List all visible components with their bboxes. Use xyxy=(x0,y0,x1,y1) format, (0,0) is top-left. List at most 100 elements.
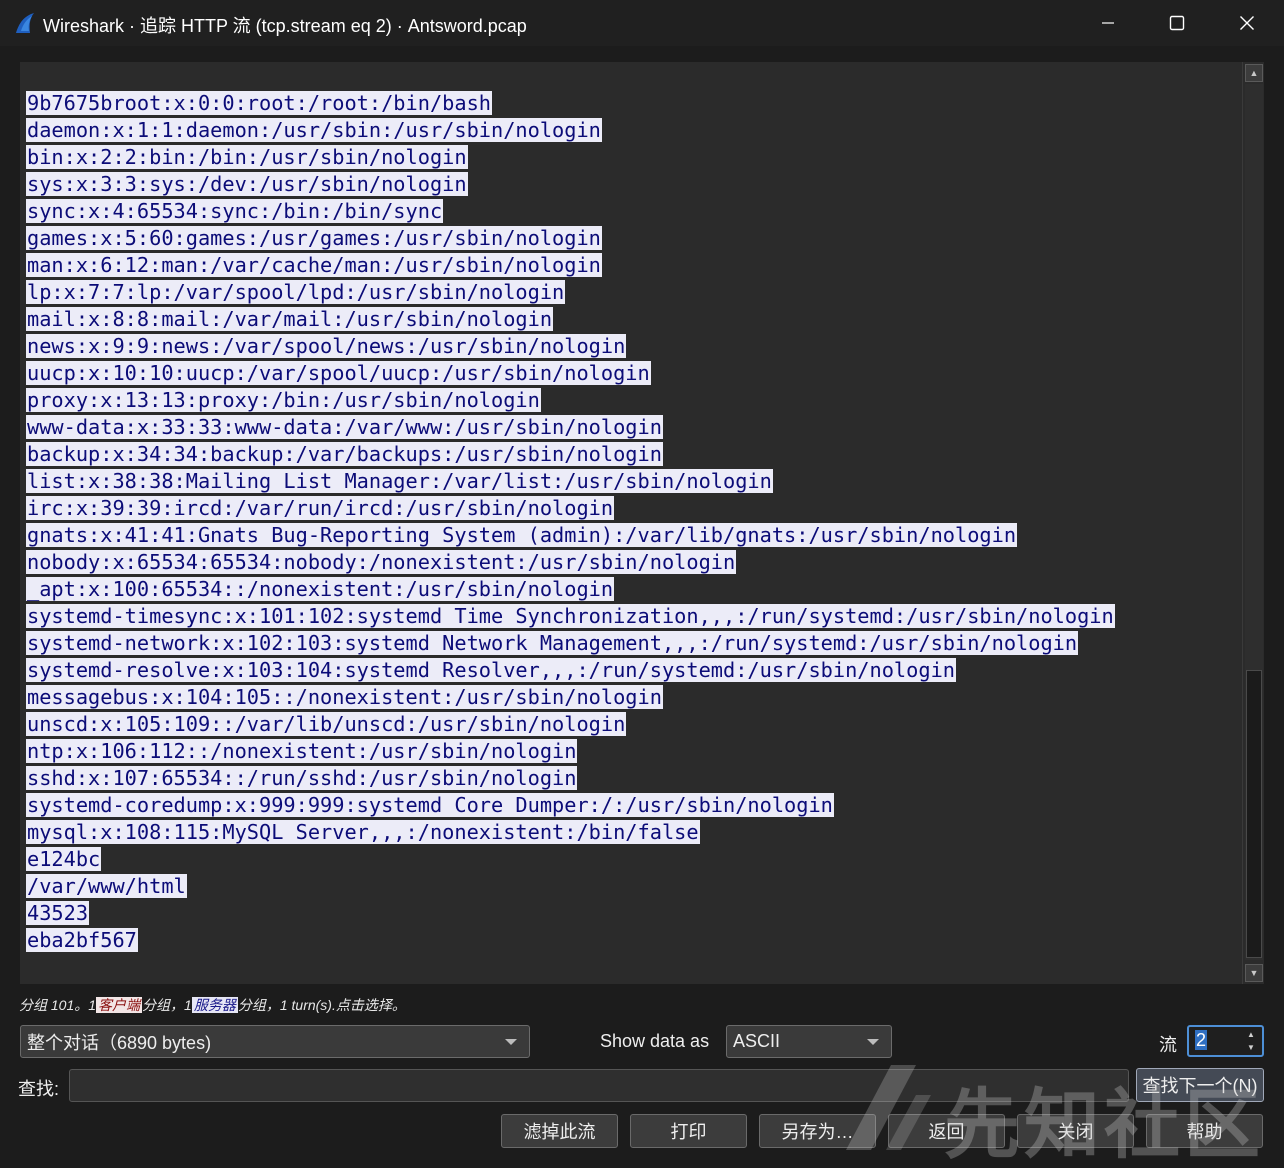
stream-line-text: mysql:x:108:115:MySQL Server,,,:/nonexis… xyxy=(26,820,700,844)
close-dialog-button[interactable]: 关闭 xyxy=(1017,1114,1134,1148)
stream-line: sshd:x:107:65534::/run/sshd:/usr/sbin/no… xyxy=(26,765,1115,792)
summary-suffix: 分组，1 turn(s).点击选择。 xyxy=(237,997,406,1013)
stream-line: messagebus:x:104:105::/nonexistent:/usr/… xyxy=(26,684,1115,711)
stream-line-text: gnats:x:41:41:Gnats Bug-Reporting System… xyxy=(26,523,1018,547)
save-as-button[interactable]: 另存为… xyxy=(759,1114,876,1148)
scroll-up-arrow-icon[interactable]: ▲ xyxy=(1245,64,1263,82)
stream-line: daemon:x:1:1:daemon:/usr/sbin:/usr/sbin/… xyxy=(26,117,1115,144)
spin-down-arrow-icon[interactable]: ▼ xyxy=(1242,1041,1260,1054)
stream-line: _apt:x:100:65534::/nonexistent:/usr/sbin… xyxy=(26,576,1115,603)
stream-lines: 9b7675broot:x:0:0:root:/root:/bin/bash da… xyxy=(26,90,1115,954)
help-button[interactable]: 帮助 xyxy=(1146,1114,1263,1148)
stream-line: backup:x:34:34:backup:/var/backups:/usr/… xyxy=(26,441,1115,468)
stream-line: mail:x:8:8:mail:/var/mail:/usr/sbin/nolo… xyxy=(26,306,1115,333)
chevron-down-icon xyxy=(505,1039,517,1045)
stream-line: www-data:x:33:33:www-data:/var/www:/usr/… xyxy=(26,414,1115,441)
stream-line-text: e124bc xyxy=(26,847,102,871)
stream-line: proxy:x:13:13:proxy:/bin:/usr/sbin/nolog… xyxy=(26,387,1115,414)
back-button[interactable]: 返回 xyxy=(888,1114,1005,1148)
stream-number-label: 流 xyxy=(1159,1035,1177,1055)
stream-line-text: systemd-network:x:102:103:systemd Networ… xyxy=(26,631,1079,655)
stream-line-text: systemd-resolve:x:103:104:systemd Resolv… xyxy=(26,658,956,682)
stream-number-value: 2 xyxy=(1195,1030,1208,1050)
stream-line: e124bc xyxy=(26,846,1115,873)
stream-line: systemd-timesync:x:101:102:systemd Time … xyxy=(26,603,1115,630)
stream-line-text: 9b7675broot:x:0:0:root:/root:/bin/bash xyxy=(26,91,492,115)
minimize-icon xyxy=(1102,22,1114,24)
stream-line-text: backup:x:34:34:backup:/var/backups:/usr/… xyxy=(26,442,663,466)
stream-line: man:x:6:12:man:/var/cache/man:/usr/sbin/… xyxy=(26,252,1115,279)
wireshark-fin-icon xyxy=(16,13,34,33)
stream-number-spinbox[interactable]: 2 ▲ ▼ xyxy=(1187,1025,1264,1057)
spin-up-arrow-icon[interactable]: ▲ xyxy=(1242,1028,1260,1041)
stream-line-text: proxy:x:13:13:proxy:/bin:/usr/sbin/nolog… xyxy=(26,388,541,412)
scroll-track[interactable] xyxy=(1245,84,1263,960)
stream-line: systemd-coredump:x:999:999:systemd Core … xyxy=(26,792,1115,819)
summary-mid: 分组，1 xyxy=(142,997,192,1013)
stream-line-text: ntp:x:106:112::/nonexistent:/usr/sbin/no… xyxy=(26,739,578,763)
stream-line: bin:x:2:2:bin:/bin:/usr/sbin/nologin xyxy=(26,144,1115,171)
find-label: 查找: xyxy=(18,1079,60,1099)
maximize-button[interactable] xyxy=(1142,0,1212,46)
stream-line-text: games:x:5:60:games:/usr/games:/usr/sbin/… xyxy=(26,226,602,250)
stream-line: uucp:x:10:10:uucp:/var/spool/uucp:/usr/s… xyxy=(26,360,1115,387)
conversation-select[interactable]: 整个对话（6890 bytes) xyxy=(20,1025,530,1058)
title-bar: Wireshark · 追踪 HTTP 流 (tcp.stream eq 2) … xyxy=(0,0,1284,46)
stream-line: news:x:9:9:news:/var/spool/news:/usr/sbi… xyxy=(26,333,1115,360)
stream-line: systemd-resolve:x:103:104:systemd Resolv… xyxy=(26,657,1115,684)
maximize-icon xyxy=(1169,15,1185,31)
show-data-as-select[interactable]: ASCII xyxy=(726,1025,892,1058)
stream-line-text: messagebus:x:104:105::/nonexistent:/usr/… xyxy=(26,685,663,709)
stream-line-text: 43523 xyxy=(26,901,90,925)
stream-line-text: list:x:38:38:Mailing List Manager:/var/l… xyxy=(26,469,773,493)
vertical-scrollbar[interactable]: ▲ ▼ xyxy=(1242,62,1264,984)
stream-line-text: systemd-coredump:x:999:999:systemd Core … xyxy=(26,793,834,817)
show-data-as-label: Show data as xyxy=(600,1031,710,1051)
stream-line-text: news:x:9:9:news:/var/spool/news:/usr/sbi… xyxy=(26,334,627,358)
stream-line: sys:x:3:3:sys:/dev:/usr/sbin/nologin xyxy=(26,171,1115,198)
stream-line: nobody:x:65534:65534:nobody:/nonexistent… xyxy=(26,549,1115,576)
print-button[interactable]: 打印 xyxy=(630,1114,747,1148)
stream-line-text: uucp:x:10:10:uucp:/var/spool/uucp:/usr/s… xyxy=(26,361,651,385)
stream-summary[interactable]: 分组 101。1 客户端 分组，1 服务器 分组，1 turn(s).点击选择。 xyxy=(19,995,406,1015)
filter-out-stream-button[interactable]: 滤掉此流 xyxy=(501,1114,618,1148)
summary-prefix: 分组 101。1 xyxy=(19,997,97,1013)
stream-line: 43523 xyxy=(26,900,1115,927)
stream-line: sync:x:4:65534:sync:/bin:/bin/sync xyxy=(26,198,1115,225)
chevron-down-icon xyxy=(867,1039,879,1045)
stream-line: systemd-network:x:102:103:systemd Networ… xyxy=(26,630,1115,657)
stream-line-text: daemon:x:1:1:daemon:/usr/sbin:/usr/sbin/… xyxy=(26,118,602,142)
stream-line: lp:x:7:7:lp:/var/spool/lpd:/usr/sbin/nol… xyxy=(26,279,1115,306)
stream-line: mysql:x:108:115:MySQL Server,,,:/nonexis… xyxy=(26,819,1115,846)
stream-line-text: systemd-timesync:x:101:102:systemd Time … xyxy=(26,604,1115,628)
stream-line-text: eba2bf567 xyxy=(26,928,138,952)
stream-line-text: irc:x:39:39:ircd:/var/run/ircd:/usr/sbin… xyxy=(26,496,615,520)
scroll-down-arrow-icon[interactable]: ▼ xyxy=(1245,964,1263,982)
conversation-select-value: 整个对话（6890 bytes) xyxy=(27,1032,212,1053)
stream-line-text: www-data:x:33:33:www-data:/var/www:/usr/… xyxy=(26,415,663,439)
window-title: Wireshark · 追踪 HTTP 流 (tcp.stream eq 2) … xyxy=(43,16,527,36)
stream-line-text: sshd:x:107:65534::/run/sshd:/usr/sbin/no… xyxy=(26,766,578,790)
stream-line: 9b7675broot:x:0:0:root:/root:/bin/bash xyxy=(26,90,1115,117)
stream-line-text: bin:x:2:2:bin:/bin:/usr/sbin/nologin xyxy=(26,145,468,169)
stream-line: unscd:x:105:109::/var/lib/unscd:/usr/sbi… xyxy=(26,711,1115,738)
minimize-button[interactable] xyxy=(1073,0,1143,46)
stream-line: ntp:x:106:112::/nonexistent:/usr/sbin/no… xyxy=(26,738,1115,765)
stream-line: gnats:x:41:41:Gnats Bug-Reporting System… xyxy=(26,522,1115,549)
close-button[interactable] xyxy=(1212,0,1282,46)
stream-line-text: /var/www/html xyxy=(26,874,187,898)
client-tag: 客户端 xyxy=(96,997,143,1013)
stream-text-view[interactable]: 9b7675broot:x:0:0:root:/root:/bin/bash da… xyxy=(20,62,1242,984)
stream-line: eba2bf567 xyxy=(26,927,1115,954)
find-input[interactable] xyxy=(69,1069,1129,1102)
server-tag: 服务器 xyxy=(191,997,238,1013)
stream-line-text: sys:x:3:3:sys:/dev:/usr/sbin/nologin xyxy=(26,172,468,196)
close-icon xyxy=(1240,16,1254,30)
stream-line-text: mail:x:8:8:mail:/var/mail:/usr/sbin/nolo… xyxy=(26,307,554,331)
stream-line-text: lp:x:7:7:lp:/var/spool/lpd:/usr/sbin/nol… xyxy=(26,280,566,304)
stream-line: games:x:5:60:games:/usr/games:/usr/sbin/… xyxy=(26,225,1115,252)
find-next-button[interactable]: 查找下一个(N) xyxy=(1136,1068,1264,1102)
stream-line-text: nobody:x:65534:65534:nobody:/nonexistent… xyxy=(26,550,737,574)
scroll-thumb[interactable] xyxy=(1246,670,1262,958)
stream-line: irc:x:39:39:ircd:/var/run/ircd:/usr/sbin… xyxy=(26,495,1115,522)
